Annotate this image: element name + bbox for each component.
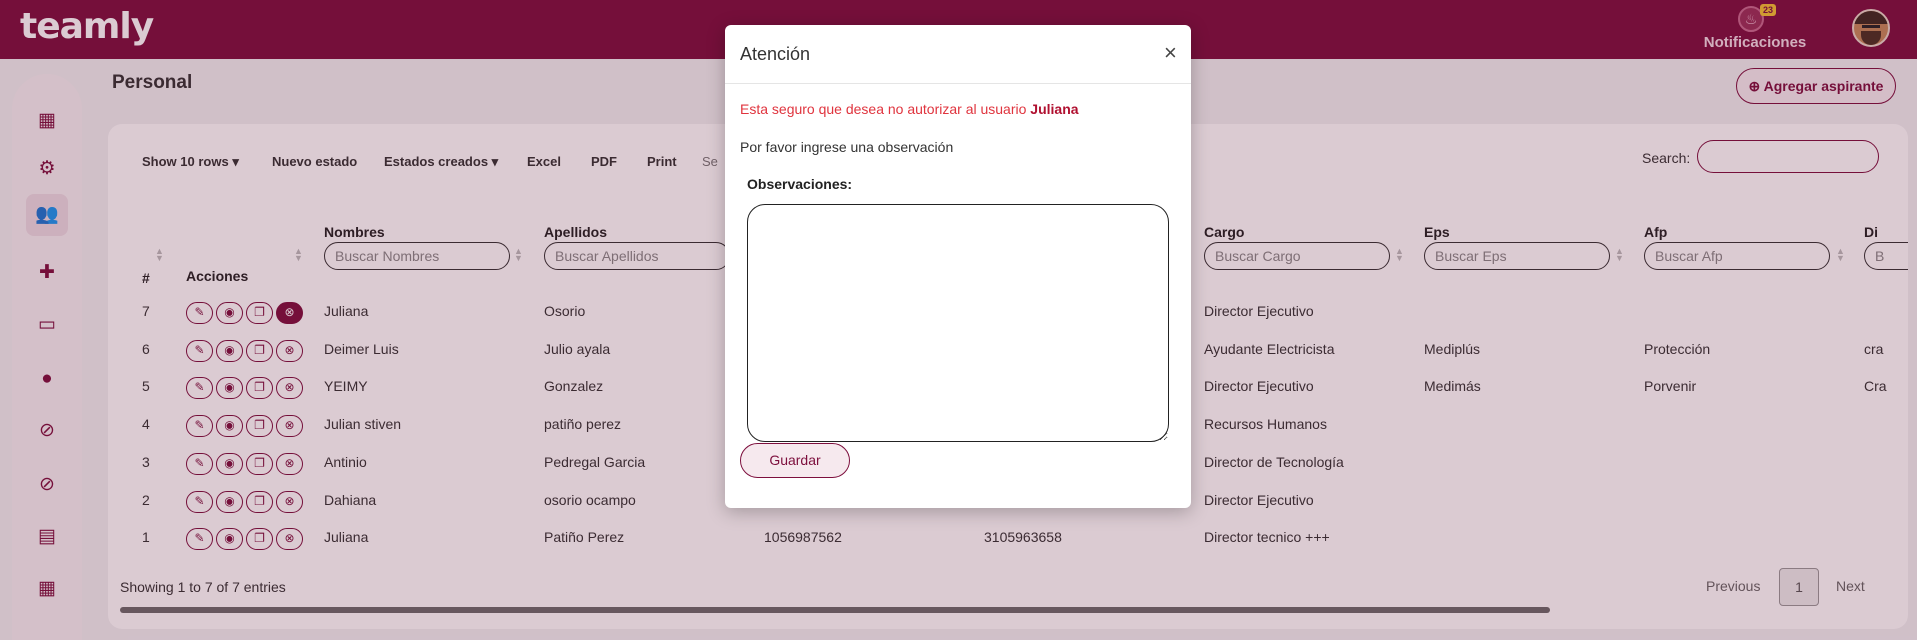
confirm-modal: Atención × Esta seguro que desea no auto… — [725, 25, 1191, 508]
observations-label: Observaciones: — [747, 176, 853, 192]
warning-text: Esta seguro que desea no autorizar al us… — [740, 101, 1031, 117]
save-button[interactable]: Guardar — [740, 443, 850, 478]
close-icon[interactable]: × — [1164, 40, 1177, 66]
observation-prompt: Por favor ingrese una observación — [740, 139, 954, 155]
warning-message: Esta seguro que desea no autorizar al us… — [740, 101, 1079, 117]
warning-user-name: Juliana — [1030, 101, 1079, 117]
modal-title: Atención — [740, 44, 811, 64]
observations-textarea[interactable] — [747, 204, 1169, 442]
modal-header: Atención × — [725, 25, 1191, 84]
